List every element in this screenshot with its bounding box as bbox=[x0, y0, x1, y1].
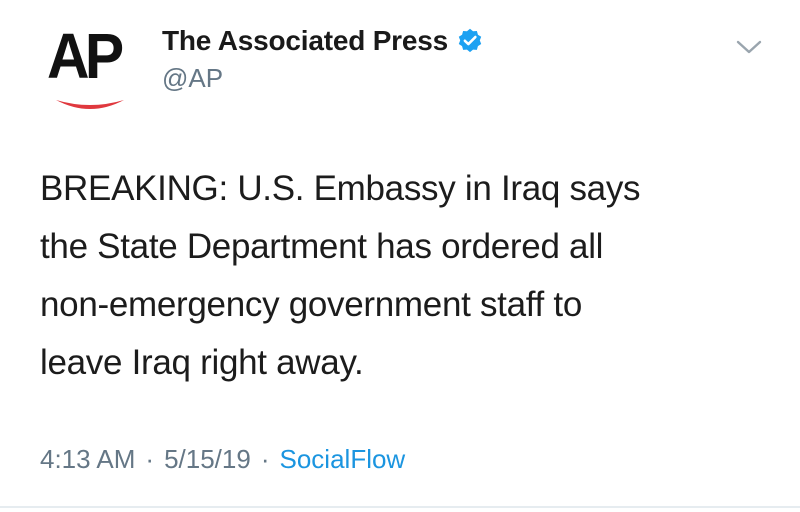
tweet-source-link[interactable]: SocialFlow bbox=[280, 444, 406, 475]
tweet-time[interactable]: 4:13 AM bbox=[40, 444, 135, 475]
tweet-card: AP The Associated Press @AP BREAKING: U.… bbox=[0, 0, 800, 512]
avatar[interactable]: AP bbox=[44, 22, 140, 118]
meta-separator: · bbox=[260, 444, 270, 474]
meta-separator: · bbox=[145, 444, 155, 474]
ap-logo-swoosh bbox=[56, 100, 124, 109]
divider bbox=[0, 506, 800, 508]
tweet-date[interactable]: 5/15/19 bbox=[164, 444, 251, 475]
display-name[interactable]: The Associated Press bbox=[162, 25, 448, 57]
verified-badge-icon bbox=[456, 27, 484, 55]
chevron-down-icon[interactable] bbox=[732, 36, 766, 58]
tweet-text-line: the State Department has ordered all bbox=[40, 227, 604, 266]
name-row: The Associated Press bbox=[162, 22, 484, 60]
author-header: The Associated Press @AP bbox=[162, 22, 484, 96]
user-handle[interactable]: @AP bbox=[162, 60, 484, 96]
ap-logo: AP bbox=[47, 22, 124, 92]
tweet-text-line: BREAKING: U.S. Embassy in Iraq says bbox=[40, 169, 641, 208]
tweet-text-line: non-emergency government staff to bbox=[40, 285, 582, 324]
tweet-text-line: leave Iraq right away. bbox=[40, 343, 364, 382]
tweet-meta: 4:13 AM · 5/15/19 · SocialFlow bbox=[40, 444, 405, 475]
tweet-text: BREAKING: U.S. Embassy in Iraq says the … bbox=[40, 160, 770, 392]
